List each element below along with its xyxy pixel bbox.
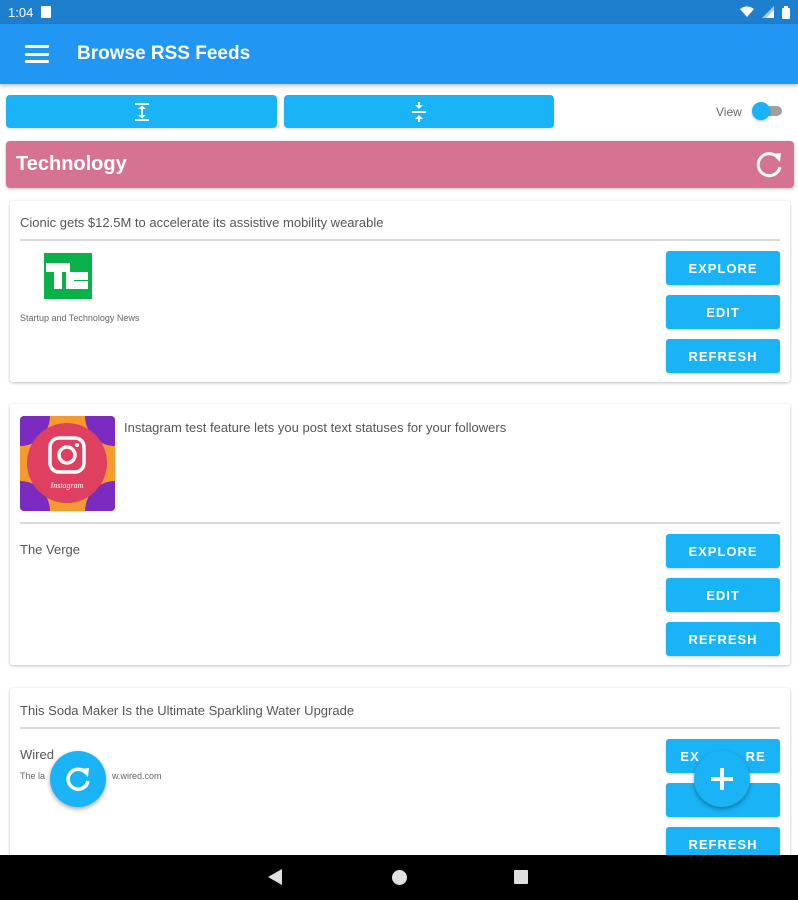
feed-description-start: The la [20,771,46,781]
refresh-button[interactable]: REFRESH [666,339,780,373]
refresh-icon [66,767,90,791]
divider [20,727,780,729]
feed-description: Startup and Technology News [20,313,140,323]
feed-headline[interactable]: This Soda Maker Is the Ultimate Sparklin… [20,703,354,718]
feed-source: The Verge [20,542,80,557]
refresh-icon[interactable] [754,150,784,180]
feed-card: Instagram Instagram test feature lets yo… [10,404,790,665]
add-fab[interactable] [694,751,750,807]
app-title: Browse RSS Feeds [77,43,251,64]
edit-button[interactable]: EDIT [666,578,780,612]
view-label: View [716,105,742,119]
techcrunch-logo [44,253,92,299]
feed-source: Wired [20,747,54,762]
view-toggle[interactable] [752,102,784,120]
battery-icon [782,5,790,19]
back-icon[interactable] [268,869,282,885]
feed-headline[interactable]: Cionic gets $12.5M to accelerate its ass… [20,215,383,230]
category-title: Technology [16,153,127,175]
add-icon [711,768,733,790]
recent-apps-icon[interactable] [514,870,528,884]
expand-all-button[interactable] [6,95,277,128]
category-header: Technology [6,141,794,188]
status-time: 1:04 [8,4,34,20]
signal-icon [762,6,774,18]
expand-all-icon [134,102,149,121]
explore-label-start: EX [680,748,700,764]
menu-icon[interactable] [25,45,49,63]
explore-button[interactable]: EXPLORE [666,534,780,568]
app-bar: Browse RSS Feeds [0,24,798,84]
wifi-icon [740,6,754,17]
feed-card: Cionic gets $12.5M to accelerate its ass… [10,201,790,382]
refresh-button[interactable]: REFRESH [666,622,780,656]
divider [20,522,780,524]
toolbar: View [0,95,798,129]
instagram-thumbnail-text: Instagram [50,481,84,490]
sd-card-icon [41,6,52,18]
explore-label-end: RE [745,748,766,764]
home-icon[interactable] [392,870,407,885]
feed-description-end: w.wired.com [112,771,162,781]
explore-button[interactable]: EXPLORE [666,251,780,285]
navigation-bar [0,855,798,900]
divider [20,239,780,241]
collapse-all-icon [412,101,426,122]
status-bar: 1:04 [0,0,798,24]
refresh-fab[interactable] [50,751,106,807]
edit-button[interactable]: EDIT [666,295,780,329]
instagram-thumbnail[interactable]: Instagram [20,416,115,511]
feed-headline[interactable]: Instagram test feature lets you post tex… [124,420,506,435]
collapse-all-button[interactable] [284,95,554,128]
